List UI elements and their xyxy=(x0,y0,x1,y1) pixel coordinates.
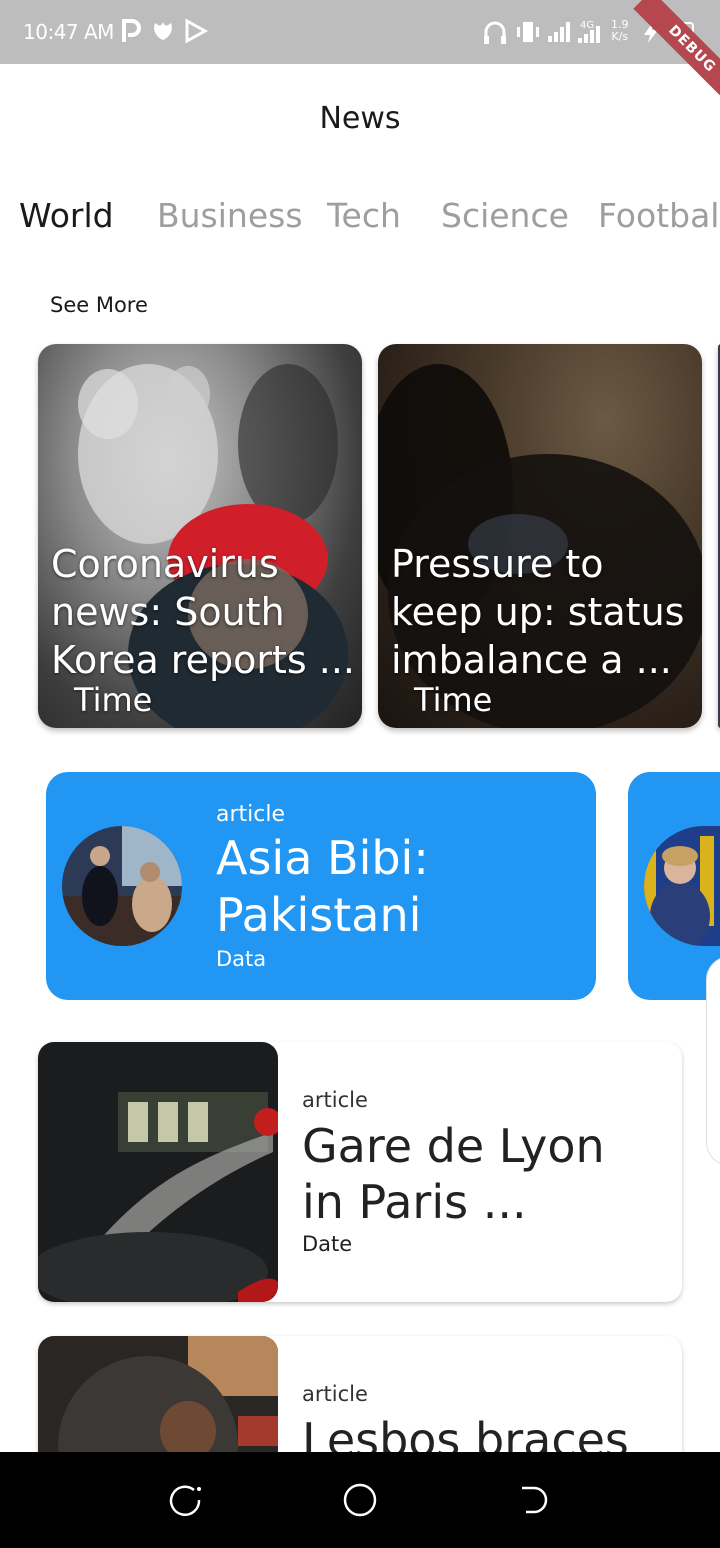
tab-science[interactable]: Science xyxy=(441,196,569,235)
featured-meta: Data xyxy=(216,947,267,971)
tab-world[interactable]: World xyxy=(19,196,114,235)
featured-card-peek[interactable] xyxy=(628,772,720,1000)
list-image xyxy=(38,1042,278,1302)
featured-title: Asia Bibi: Pakistani xyxy=(216,831,429,942)
recents-icon[interactable] xyxy=(168,1482,204,1518)
list-thumbnail xyxy=(38,1042,278,1302)
tab-football[interactable]: Football xyxy=(598,196,720,235)
signal-icon xyxy=(548,22,570,42)
list-tag: article xyxy=(302,1382,368,1406)
headphones-icon xyxy=(484,21,506,44)
featured-thumbnail xyxy=(644,826,720,946)
home-icon[interactable] xyxy=(342,1482,378,1518)
featured-thumbnail xyxy=(62,826,182,946)
side-panel[interactable] xyxy=(706,956,720,1166)
network-speed: 1.9 K/s xyxy=(611,18,629,43)
hero-card[interactable]: Pressure to keep up: status imbalance a … xyxy=(378,344,702,728)
svg-text:4G: 4G xyxy=(580,20,594,31)
signal-4g-icon: 4G xyxy=(578,20,600,43)
featured-image xyxy=(644,826,720,946)
back-icon[interactable] xyxy=(516,1482,552,1518)
hero-time: Time xyxy=(414,681,493,719)
featured-image xyxy=(62,826,182,946)
list-meta: Date xyxy=(302,1232,353,1256)
debug-banner: DEBUG xyxy=(633,0,720,108)
tab-tech[interactable]: Tech xyxy=(327,196,401,235)
status-bar: 10:47 AM 4G 1.9 K/s 86 DEBUG xyxy=(0,0,720,108)
tab-business[interactable]: Business xyxy=(157,196,303,235)
list-tag: article xyxy=(302,1088,368,1112)
hero-card[interactable]: Coronavirus news: South Korea reports ..… xyxy=(38,344,362,728)
p-app-icon xyxy=(122,19,141,42)
hero-title: Pressure to keep up: status imbalance a … xyxy=(391,542,685,682)
featured-tag: article xyxy=(216,802,286,827)
hero-title: Coronavirus news: South Korea reports ..… xyxy=(51,542,355,682)
vibrate-icon xyxy=(517,22,539,42)
play-store-icon xyxy=(185,18,209,44)
list-title: Gare de Lyon in Paris ... xyxy=(302,1119,605,1229)
navigation-bar xyxy=(0,1452,720,1548)
status-time: 10:47 AM xyxy=(23,20,114,44)
page-title: News xyxy=(319,101,401,136)
list-item[interactable]: article Gare de Lyon in Paris ... Date xyxy=(38,1042,682,1302)
leaf-app-icon xyxy=(154,22,172,40)
hero-time: Time xyxy=(74,681,153,719)
see-more-link[interactable]: See More xyxy=(50,293,148,317)
featured-card[interactable]: article Asia Bibi: Pakistani Data xyxy=(46,772,596,1000)
